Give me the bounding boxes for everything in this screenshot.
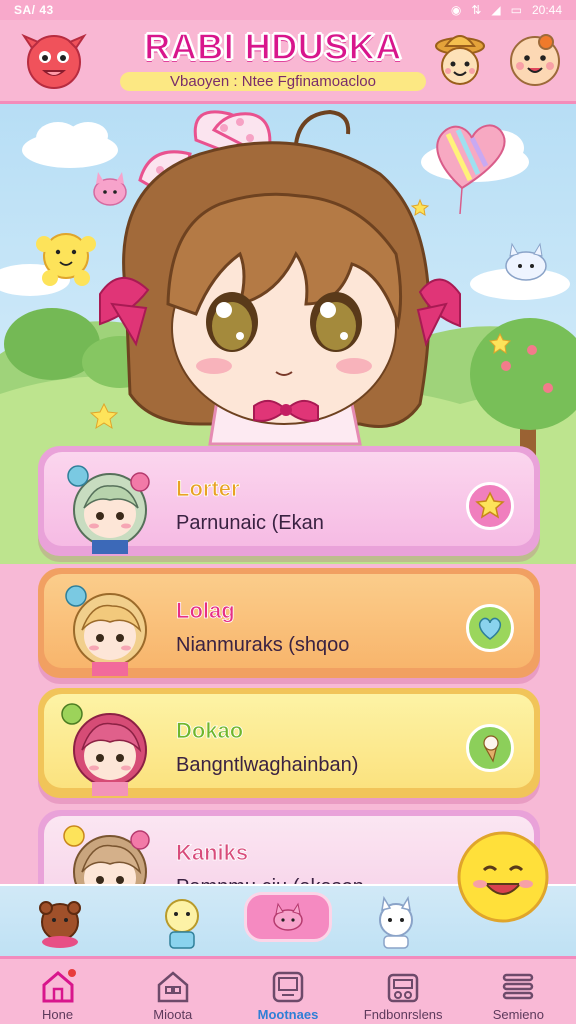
heart-action-button[interactable] [466, 604, 514, 652]
sun-icon [36, 233, 96, 286]
tablet-icon [272, 971, 304, 1003]
ice-cream-action-button[interactable] [466, 724, 514, 772]
center-cat-tab[interactable] [244, 892, 332, 942]
bear-mascot-icon[interactable] [506, 30, 564, 88]
character-card-3[interactable]: Dokao Bangntlwaghainban) [38, 688, 540, 798]
card-title: Lolag [176, 598, 235, 624]
radio-icon [387, 973, 419, 1003]
location-icon: ◉ [450, 3, 462, 17]
tab-home[interactable]: Hone [0, 959, 115, 1024]
tab-mootnaes[interactable]: Mootnaes [230, 959, 345, 1024]
tab-label: Hone [42, 1007, 74, 1022]
hat-mascot-icon[interactable] [432, 28, 488, 88]
app-subtitle: Vbaoyen : Ntee Fgfinamoacloo [120, 72, 426, 91]
tab-fndbonrslens[interactable]: Fndbonrslens [346, 959, 461, 1024]
card-title: Kaniks [176, 840, 249, 866]
star-action-button[interactable] [466, 482, 514, 530]
card-1-body: Lorter Parnunaic (Ekan [44, 452, 534, 554]
app-header: RABI HDUSKA Vbaoyen : Ntee Fgfinamoacloo [0, 20, 576, 104]
card-subtitle: Bangntlwaghainban) [176, 754, 359, 776]
avatar [61, 703, 147, 796]
red-mascot-icon[interactable] [20, 26, 88, 94]
star-icon [475, 491, 505, 519]
app-title: RABI HDUSKA [144, 25, 403, 68]
card-subtitle: Nianmuraks (shqoo [176, 634, 350, 656]
chick-sticker-icon[interactable] [156, 892, 208, 952]
card-subtitle: Parnunaic (Ekan [176, 512, 324, 534]
bottom-tab-bar: Hone Mioota Mootnaes Fndbonrslens Semien… [0, 956, 576, 1024]
avatar [67, 465, 150, 554]
card-title: Lorter [176, 476, 240, 502]
menu-icon [503, 973, 534, 1000]
home-icon [42, 969, 76, 1003]
character-card-2[interactable]: Lolag Nianmuraks (shqoo [38, 568, 540, 678]
avatar [65, 585, 147, 676]
status-time: 20:44 [531, 3, 562, 17]
wifi-icon: ◢ [491, 3, 501, 17]
pink-cat-icon [273, 902, 303, 931]
tab-label: Fndbonrslens [363, 1007, 443, 1022]
heart-icon [478, 617, 502, 640]
character-card-1[interactable]: Lorter Parnunaic (Ekan [38, 446, 540, 556]
house-icon [157, 971, 189, 1003]
tab-label: Mootnaes [257, 1007, 319, 1022]
status-bar: SA/ 43 ◉ ⇅ ◢ ▭ 20:44 [0, 0, 576, 20]
status-right: ◉ ⇅ ◢ ▭ 20:44 [451, 3, 562, 17]
card-title: Dokao [176, 718, 244, 744]
tab-mioota[interactable]: Mioota [115, 959, 230, 1024]
smiley-button[interactable] [456, 830, 550, 924]
bear-sticker-icon[interactable] [34, 892, 86, 952]
tab-semieno[interactable]: Semieno [461, 959, 576, 1024]
status-left-text: SA/ 43 [14, 3, 54, 17]
card-3-body: Dokao Bangntlwaghainban) [44, 694, 534, 796]
battery-icon: ▭ [510, 3, 522, 17]
signal-icon: ⇅ [471, 3, 482, 17]
tab-label: Mioota [153, 1007, 193, 1022]
white-cat-sticker-icon[interactable] [370, 892, 422, 952]
tab-label: Semieno [492, 1007, 544, 1022]
card-2-body: Lolag Nianmuraks (shqoo [44, 574, 534, 676]
ice-cream-icon [483, 735, 499, 763]
